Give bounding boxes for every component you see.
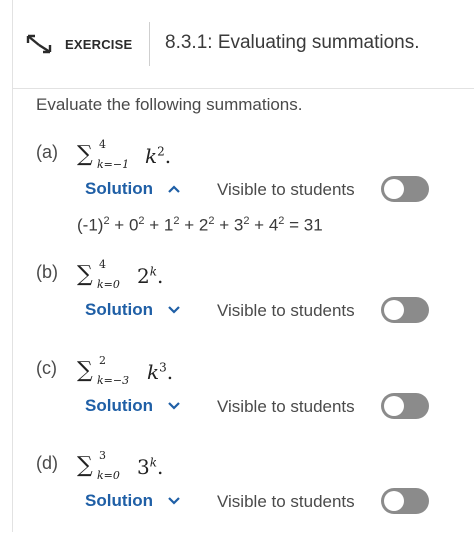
summand: 2k.: [137, 264, 164, 288]
visibility-label: Visible to students: [217, 492, 355, 511]
answer-term-exponent: 2: [243, 215, 250, 227]
exercise-panel: EXERCISE 8.3.1: Evaluating summations. E…: [12, 0, 474, 532]
part-label: (b): [36, 262, 58, 282]
answer-term: (-1): [77, 215, 104, 235]
answer-term-exponent: 2: [208, 215, 215, 227]
exercise-label: EXERCISE: [65, 37, 133, 52]
answer-term-exponent: 2: [103, 215, 110, 227]
summation-upper-bound: 3: [99, 449, 106, 462]
summand-exponent: k: [149, 455, 158, 470]
toggle-knob: [384, 396, 404, 416]
answer-term: 4: [268, 215, 279, 235]
visibility-label: Visible to students: [217, 397, 355, 416]
answer-term-exponent: 2: [173, 215, 180, 227]
solution-label: Solution: [85, 300, 153, 319]
toggle-knob: [384, 491, 404, 511]
solution-label: Solution: [85, 491, 153, 510]
part-label: (c): [36, 358, 57, 378]
summation-lower-bound: k=−3: [97, 374, 130, 387]
summation-upper-bound: 4: [99, 138, 106, 151]
expand-arrows-icon[interactable]: [25, 32, 53, 56]
chevron-down-icon: [168, 306, 180, 314]
part-label: (a): [36, 142, 58, 162]
part-label: (d): [36, 453, 58, 473]
summand-exponent: 2: [157, 144, 165, 159]
summand-exponent: k: [149, 264, 158, 279]
solution-answer: (-1)2 + 02 + 12 + 22 + 32 + 42 = 31: [77, 215, 323, 235]
summand-base: k: [147, 360, 160, 384]
answer-term-exponent: 2: [278, 215, 285, 227]
solution-row: Solution Visible to students: [13, 296, 474, 326]
exercise-intro: Evaluate the following summations.: [36, 95, 303, 114]
answer-term: 2: [198, 215, 209, 235]
summation-lower-bound: k=0: [97, 469, 120, 482]
solution-label: Solution: [85, 396, 153, 415]
answer-term: 1: [163, 215, 174, 235]
exercise-title: 8.3.1: Evaluating summations.: [165, 32, 420, 53]
chevron-down-icon: [168, 402, 180, 410]
solution-row: Solution Visible to students: [13, 487, 474, 517]
sigma-symbol: ∑: [77, 262, 93, 287]
summand-base: 3: [137, 455, 150, 479]
solution-row: Solution Visible to students: [13, 392, 474, 422]
toggle-knob: [384, 179, 404, 199]
visibility-toggle[interactable]: [381, 393, 429, 419]
summand: 3k.: [137, 455, 164, 479]
summation-lower-bound: k=−1: [97, 158, 130, 171]
answer-term: 0: [128, 215, 139, 235]
toggle-knob: [384, 300, 404, 320]
summand-base: 2: [137, 264, 150, 288]
visibility-toggle[interactable]: [381, 297, 429, 323]
exercise-header: EXERCISE 8.3.1: Evaluating summations.: [13, 0, 474, 89]
sigma-symbol: ∑: [77, 453, 93, 478]
solution-toggle-button[interactable]: Solution: [85, 300, 181, 320]
chevron-down-icon: [168, 497, 180, 505]
solution-toggle-button[interactable]: Solution: [85, 179, 181, 199]
visibility-toggle[interactable]: [381, 176, 429, 202]
visibility-label: Visible to students: [217, 301, 355, 320]
summand-exponent: 3: [159, 360, 167, 375]
summand: k2.: [145, 144, 172, 168]
header-divider: [149, 22, 150, 66]
visibility-toggle[interactable]: [381, 488, 429, 514]
solution-label: Solution: [85, 179, 153, 198]
sigma-symbol: ∑: [77, 142, 93, 167]
answer-term: 3: [233, 215, 244, 235]
summation-lower-bound: k=0: [97, 278, 120, 291]
summand: k3.: [147, 360, 174, 384]
sigma-symbol: ∑: [77, 358, 93, 383]
summation-upper-bound: 2: [99, 354, 106, 367]
chevron-up-icon: [168, 185, 180, 193]
answer-term-exponent: 2: [138, 215, 145, 227]
solution-toggle-button[interactable]: Solution: [85, 396, 181, 416]
summation-upper-bound: 4: [99, 258, 106, 271]
solution-toggle-button[interactable]: Solution: [85, 491, 181, 511]
summand-base: k: [145, 144, 158, 168]
visibility-label: Visible to students: [217, 180, 355, 199]
solution-row: Solution Visible to students: [13, 175, 474, 205]
answer-result: 31: [303, 215, 323, 235]
